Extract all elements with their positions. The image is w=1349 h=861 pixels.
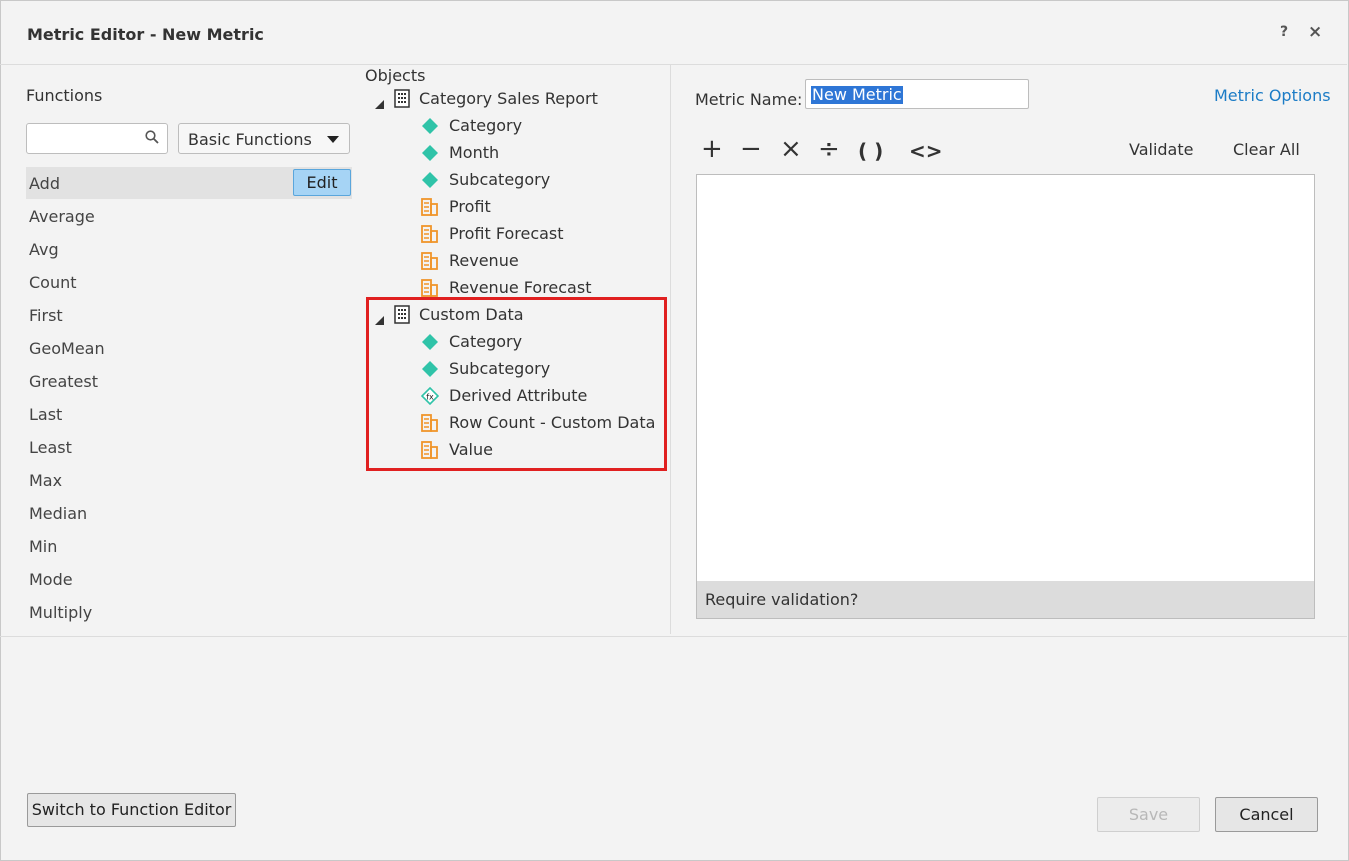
function-item-average[interactable]: Average bbox=[29, 207, 95, 226]
metric-options-link[interactable]: Metric Options bbox=[1214, 86, 1331, 105]
function-item-avg[interactable]: Avg bbox=[29, 240, 59, 259]
dataset-category-sales-report[interactable]: Category Sales Report bbox=[419, 89, 598, 108]
function-category-value: Basic Functions bbox=[188, 130, 312, 149]
save-button[interactable]: Save bbox=[1097, 797, 1200, 832]
dialog-title: Metric Editor - New Metric bbox=[27, 25, 264, 44]
attribute-icon bbox=[421, 144, 439, 166]
function-item-last[interactable]: Last bbox=[29, 405, 62, 424]
cancel-button[interactable]: Cancel bbox=[1215, 797, 1318, 832]
clear-all-button[interactable]: Clear All bbox=[1233, 140, 1300, 159]
multiply-operator-button[interactable]: × bbox=[780, 136, 802, 162]
edit-function-button[interactable]: Edit bbox=[293, 169, 351, 196]
formula-editor[interactable]: Require validation? bbox=[696, 174, 1315, 619]
not-equal-operator-button[interactable]: <> bbox=[909, 138, 943, 164]
metric-icon bbox=[421, 225, 439, 247]
switch-to-function-editor-button[interactable]: Switch to Function Editor bbox=[27, 793, 236, 827]
function-item-add[interactable]: Add bbox=[29, 174, 60, 193]
function-item-greatest[interactable]: Greatest bbox=[29, 372, 98, 391]
panel-divider bbox=[670, 64, 671, 634]
function-category-select[interactable]: Basic Functions bbox=[178, 123, 350, 154]
validate-button[interactable]: Validate bbox=[1129, 140, 1193, 159]
parentheses-operator-button[interactable]: ( ) bbox=[858, 138, 883, 164]
object-item[interactable]: Revenue Forecast bbox=[449, 278, 591, 297]
functions-heading: Functions bbox=[26, 86, 103, 105]
header-divider bbox=[0, 64, 1347, 65]
function-item-mode[interactable]: Mode bbox=[29, 570, 73, 589]
attribute-icon bbox=[421, 171, 439, 193]
object-item[interactable]: Category bbox=[449, 116, 522, 135]
metric-name-value: New Metric bbox=[811, 85, 903, 104]
add-operator-button[interactable]: + bbox=[701, 136, 723, 162]
metric-name-input[interactable]: New Metric bbox=[805, 79, 1029, 109]
objects-heading: Objects bbox=[365, 66, 426, 85]
close-icon[interactable]: × bbox=[1308, 22, 1322, 42]
attribute-icon bbox=[421, 117, 439, 139]
function-item-geomean[interactable]: GeoMean bbox=[29, 339, 105, 358]
metric-name-label: Metric Name: bbox=[695, 90, 803, 109]
validation-status: Require validation? bbox=[697, 581, 1314, 618]
object-item[interactable]: Month bbox=[449, 143, 499, 162]
object-item[interactable]: Profit Forecast bbox=[449, 224, 564, 243]
function-item-median[interactable]: Median bbox=[29, 504, 87, 523]
custom-data-highlight bbox=[366, 297, 667, 471]
metric-icon bbox=[421, 198, 439, 220]
help-icon[interactable]: ? bbox=[1280, 24, 1288, 40]
divide-operator-button[interactable]: ÷ bbox=[818, 136, 840, 162]
object-item[interactable]: Profit bbox=[449, 197, 491, 216]
function-item-min[interactable]: Min bbox=[29, 537, 57, 556]
function-item-count[interactable]: Count bbox=[29, 273, 77, 292]
metric-icon bbox=[421, 252, 439, 274]
function-item-max[interactable]: Max bbox=[29, 471, 62, 490]
dataset-icon bbox=[394, 89, 410, 112]
chevron-down-icon bbox=[327, 136, 339, 143]
object-item[interactable]: Subcategory bbox=[449, 170, 550, 189]
search-icon bbox=[145, 130, 159, 144]
function-item-least[interactable]: Least bbox=[29, 438, 72, 457]
object-item[interactable]: Revenue bbox=[449, 251, 519, 270]
function-item-multiply[interactable]: Multiply bbox=[29, 603, 92, 622]
subtract-operator-button[interactable]: − bbox=[740, 136, 762, 162]
function-search-input[interactable] bbox=[26, 123, 168, 154]
tree-expander-icon[interactable] bbox=[375, 94, 384, 113]
function-item-first[interactable]: First bbox=[29, 306, 63, 325]
footer-divider bbox=[0, 636, 1347, 637]
